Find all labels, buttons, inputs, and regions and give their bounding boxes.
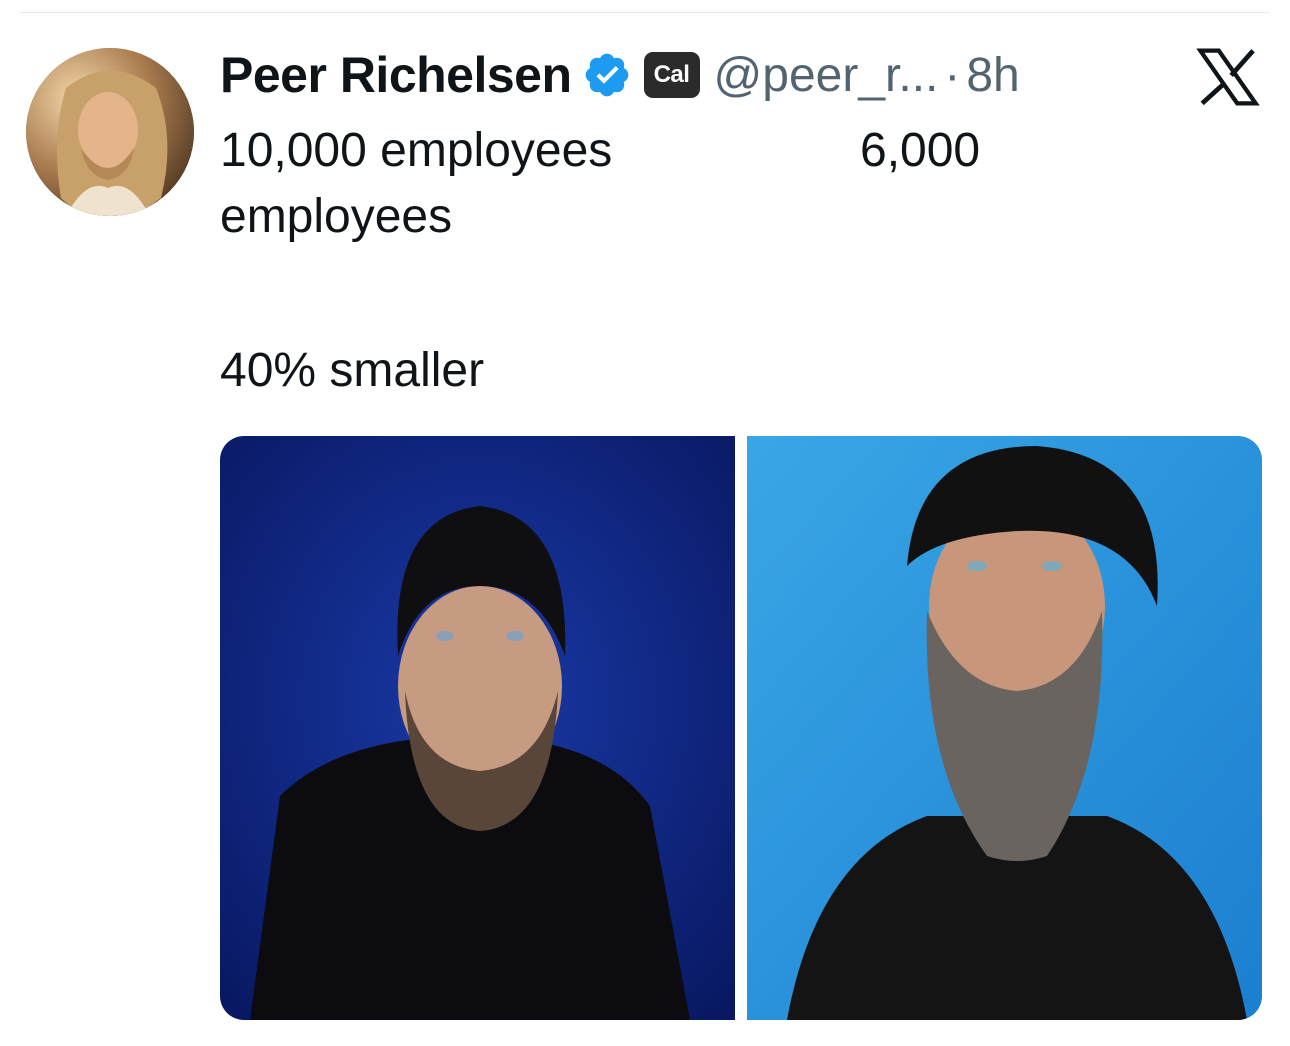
display-name[interactable]: Peer Richelsen: [220, 46, 572, 104]
separator-dot: ·: [944, 48, 961, 102]
handle[interactable]: @peer_r...: [714, 48, 939, 103]
text-line-1-right: 6,000: [860, 124, 981, 177]
verified-badge-icon[interactable]: [582, 50, 632, 100]
affiliation-badge[interactable]: Cal: [643, 52, 700, 98]
post-header: Peer Richelsen Cal @peer_r... · 8h: [220, 40, 1020, 110]
media-grid: [220, 436, 1262, 1020]
text-line-3: 40% smaller: [220, 344, 485, 397]
x-logo-icon[interactable]: [1196, 48, 1260, 106]
text-spacer: [220, 250, 1260, 338]
text-line-1-left: 10,000 employees: [220, 124, 613, 177]
timestamp[interactable]: 8h: [966, 48, 1019, 103]
post-text: 10,000 employees 6,000 employees 40% sma…: [220, 118, 1260, 404]
photo-left[interactable]: [220, 436, 735, 1020]
photo-right[interactable]: [747, 436, 1262, 1020]
avatar[interactable]: [26, 48, 194, 216]
text-line-2: employees: [220, 190, 453, 243]
top-divider: [20, 12, 1270, 13]
